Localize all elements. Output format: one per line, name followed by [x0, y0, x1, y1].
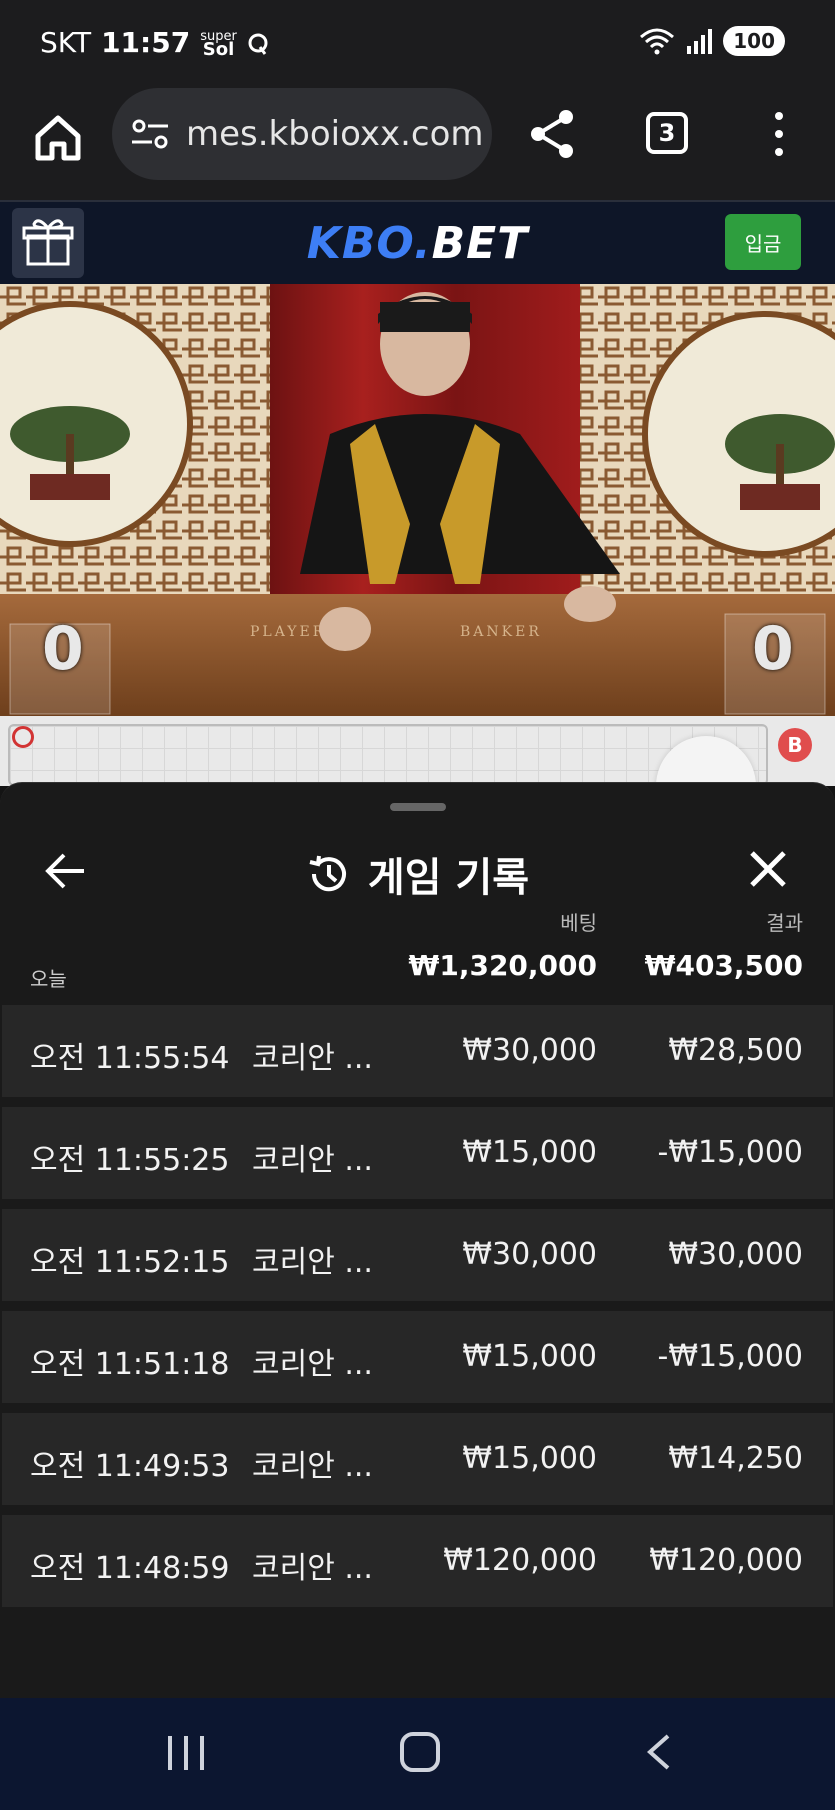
player-result-marker	[12, 726, 34, 748]
history-row[interactable]: 오전 11:51:18 코리안 ... ₩15,000 -₩15,000	[2, 1311, 833, 1403]
wifi-icon	[640, 28, 675, 55]
super-sol-icon: super Sol	[200, 30, 237, 60]
row-result: ₩30,000	[668, 1237, 803, 1272]
deposit-button[interactable]: 입금	[725, 214, 801, 270]
banker-badge[interactable]: B	[778, 728, 812, 762]
status-bar: SKT 11:57 super Sol 100	[0, 0, 835, 88]
sheet-title: 게임 기록	[367, 855, 530, 901]
nav-back-icon[interactable]	[640, 1732, 680, 1772]
battery-indicator: 100	[723, 26, 785, 56]
system-nav-bar	[0, 1698, 835, 1810]
total-result: ₩403,500	[644, 949, 803, 982]
status-left: SKT 11:57 super Sol	[40, 26, 269, 59]
banker-score: 0	[752, 614, 794, 684]
share-icon[interactable]	[528, 108, 576, 160]
row-time: 오전 11:55:54	[30, 1041, 230, 1076]
row-result: ₩28,500	[668, 1033, 803, 1068]
notification-q-icon	[248, 33, 268, 55]
row-time: 오전 11:51:18	[30, 1347, 230, 1382]
carrier-label: SKT	[40, 26, 92, 59]
row-time: 오전 11:52:15	[30, 1245, 230, 1280]
video-frame: PLAYER BANKER	[0, 284, 835, 716]
row-time: 오전 11:48:59	[30, 1551, 230, 1586]
total-bet: ₩1,320,000	[408, 949, 597, 982]
close-icon[interactable]	[746, 847, 790, 891]
signal-icon	[687, 29, 713, 54]
tabs-icon[interactable]: 3	[646, 112, 688, 154]
drag-handle[interactable]	[390, 803, 446, 811]
home-icon[interactable]	[30, 110, 86, 166]
row-result: -₩15,000	[657, 1135, 803, 1170]
row-game: 코리안 ...	[252, 1449, 373, 1484]
history-list: 오전 11:55:54 코리안 ... ₩30,000 ₩28,500 오전 1…	[2, 1005, 833, 1617]
live-dealer-video[interactable]: PLAYER BANKER 0 0	[0, 284, 835, 716]
row-game: 코리안 ...	[252, 1041, 373, 1076]
nav-home-icon[interactable]	[400, 1732, 440, 1772]
row-result: ₩14,250	[668, 1441, 803, 1476]
history-row[interactable]: 오전 11:55:54 코리안 ... ₩30,000 ₩28,500	[2, 1005, 833, 1097]
logo-bet: BET	[431, 218, 529, 269]
row-game: 코리안 ...	[252, 1143, 373, 1178]
sheet-title-wrap: 게임 기록	[0, 845, 835, 903]
site-logo[interactable]: KBO.BET	[0, 218, 835, 269]
row-bet: ₩120,000	[443, 1543, 597, 1578]
site-header: KBO.BET 입금	[0, 200, 835, 284]
history-row[interactable]: 오전 11:48:59 코리안 ... ₩120,000 ₩120,000	[2, 1515, 833, 1607]
row-game: 코리안 ...	[252, 1245, 373, 1280]
history-summary: 베팅 결과 오늘 ₩1,320,000 ₩403,500	[0, 907, 835, 1007]
row-result: ₩120,000	[649, 1543, 803, 1578]
more-icon[interactable]	[772, 112, 786, 156]
row-game: 코리안 ...	[252, 1347, 373, 1382]
recent-apps-icon[interactable]	[168, 1736, 204, 1770]
status-right: 100	[639, 26, 785, 56]
row-result: -₩15,000	[657, 1339, 803, 1374]
roadmap-strip: B	[0, 716, 835, 796]
row-bet: ₩15,000	[462, 1441, 597, 1476]
history-row[interactable]: 오전 11:49:53 코리안 ... ₩15,000 ₩14,250	[2, 1413, 833, 1505]
history-row[interactable]: 오전 11:52:15 코리안 ... ₩30,000 ₩30,000	[2, 1209, 833, 1301]
row-time: 오전 11:49:53	[30, 1449, 230, 1484]
history-icon	[309, 855, 346, 892]
row-bet: ₩30,000	[462, 1033, 597, 1068]
today-label: 오늘	[30, 967, 67, 991]
history-row[interactable]: 오전 11:55:25 코리안 ... ₩15,000 -₩15,000	[2, 1107, 833, 1199]
logo-kbo: KBO.	[306, 218, 432, 269]
row-bet: ₩15,000	[462, 1339, 597, 1374]
row-bet: ₩15,000	[462, 1135, 597, 1170]
roadmap-grid	[8, 724, 768, 786]
result-column-header: 결과	[766, 911, 803, 935]
row-time: 오전 11:55:25	[30, 1143, 230, 1178]
url-text[interactable]: mes.kboioxx.com	[186, 114, 486, 154]
game-history-sheet: 게임 기록 베팅 결과 오늘 ₩1,320,000 ₩403,500 오전 11…	[0, 782, 835, 1698]
browser-toolbar: mes.kboioxx.com 3	[0, 88, 835, 200]
table-player-label: PLAYER	[250, 624, 326, 640]
table-banker-label: BANKER	[460, 624, 542, 640]
row-game: 코리안 ...	[252, 1551, 373, 1586]
site-settings-icon[interactable]	[130, 118, 170, 150]
clock: 11:57	[101, 26, 191, 59]
sheet-header: 게임 기록	[0, 831, 835, 911]
address-bar[interactable]: mes.kboioxx.com	[112, 88, 492, 180]
bet-column-header: 베팅	[560, 911, 597, 935]
player-score: 0	[42, 614, 84, 684]
super-sol-bottom: Sol	[202, 38, 235, 60]
row-bet: ₩30,000	[462, 1237, 597, 1272]
